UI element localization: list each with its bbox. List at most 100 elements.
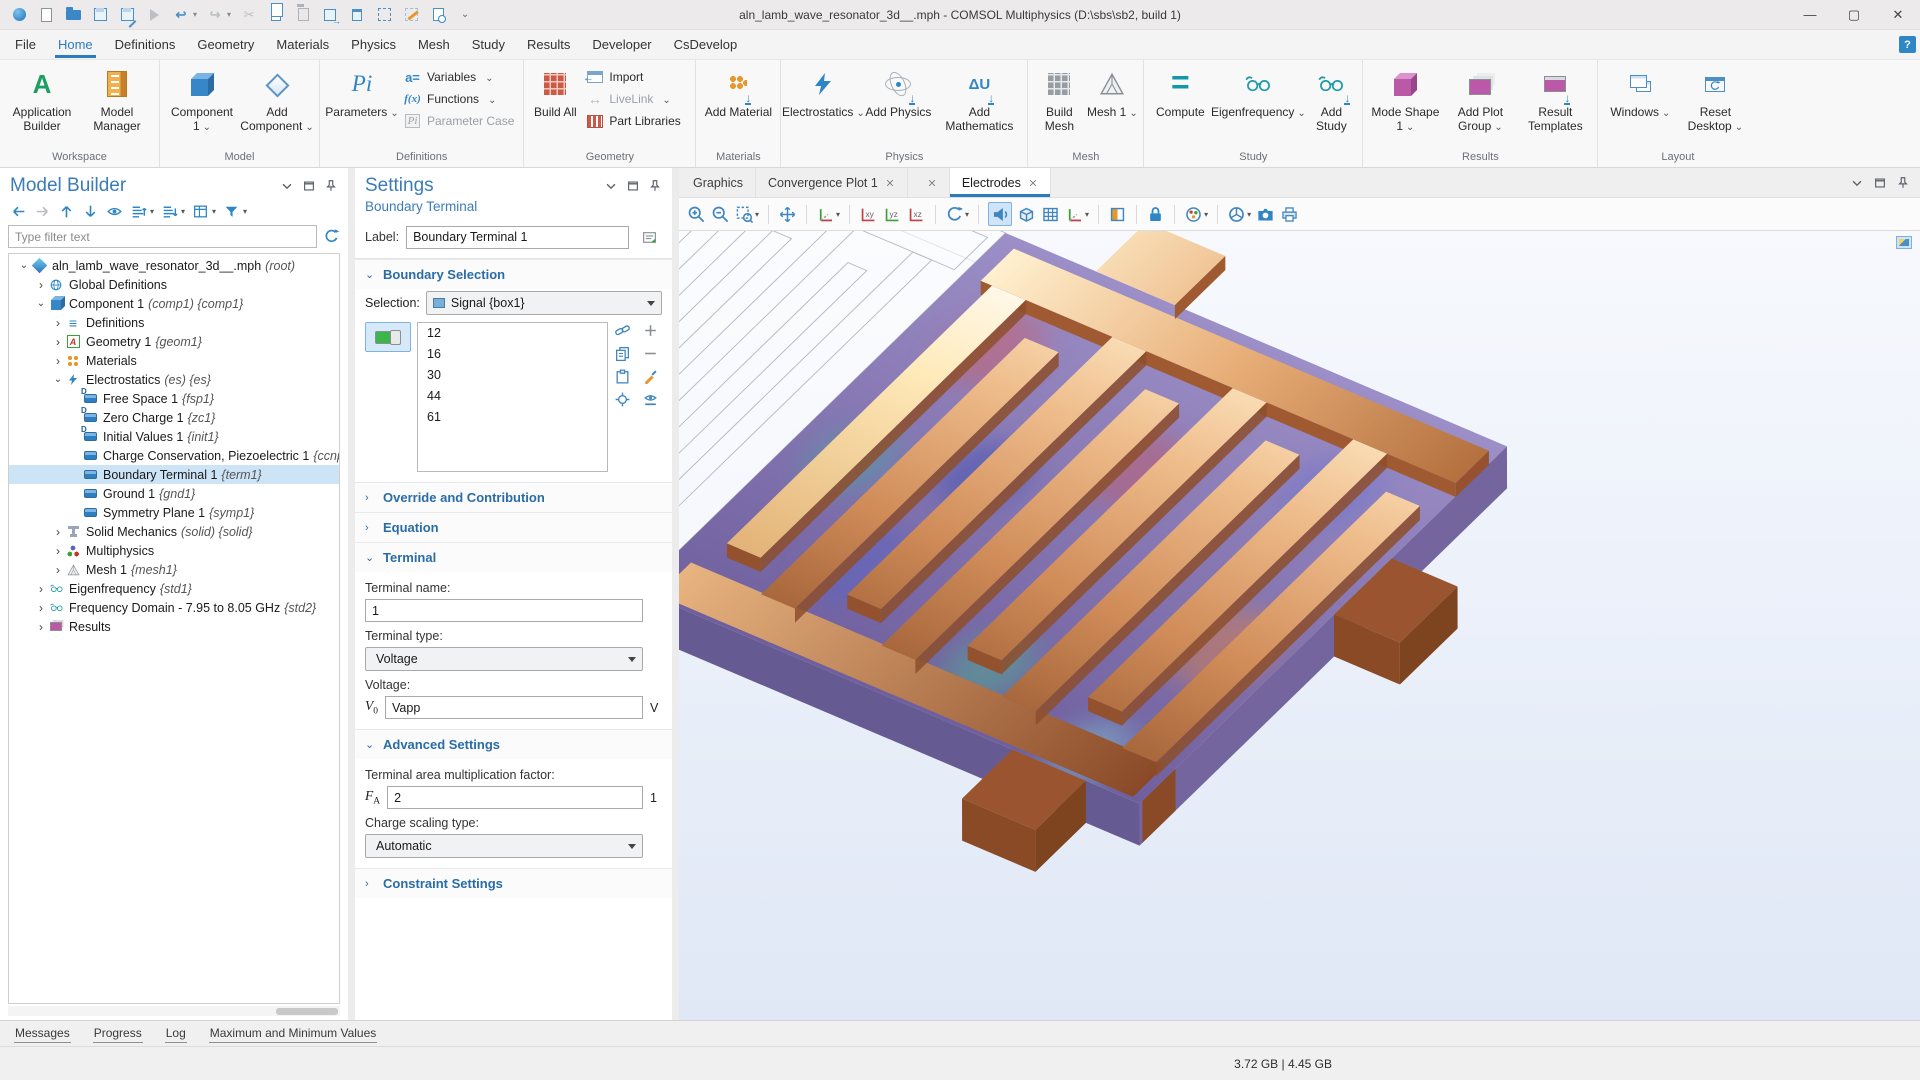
back-button[interactable] [10, 203, 27, 220]
expand-icon[interactable] [51, 525, 65, 539]
add-to-selection-button[interactable] [642, 322, 659, 339]
expand-icon[interactable] [34, 620, 48, 634]
functions-button[interactable]: Functions [404, 90, 514, 108]
tree-item-eigenfrequency[interactable]: Eigenfrequency{std1} [9, 579, 339, 598]
collapse-icon[interactable] [51, 374, 65, 385]
horizontal-scrollbar[interactable] [8, 1006, 340, 1016]
go-to-view-button[interactable] [816, 205, 835, 224]
tree-filter-input[interactable] [8, 225, 317, 248]
model-manager-button[interactable]: Model Manager [80, 63, 154, 133]
close-icon[interactable] [1028, 178, 1038, 188]
tab-log[interactable]: Log [165, 1025, 187, 1043]
save-button[interactable] [91, 6, 109, 24]
selection-list-item[interactable]: 12 [418, 323, 607, 344]
paste-button[interactable] [294, 6, 312, 24]
zoom-in-button[interactable] [687, 205, 706, 224]
zoom-extents-button[interactable] [778, 205, 797, 224]
tree-item-initial-values-1[interactable]: Initial Values 1{init1} [9, 427, 339, 446]
label-note-button[interactable] [636, 225, 662, 249]
terminal-type-select[interactable]: Voltage [365, 647, 643, 671]
tab-graphics[interactable]: Graphics [681, 168, 756, 197]
expand-icon[interactable] [51, 354, 65, 368]
compute-button[interactable]: Compute [1149, 63, 1211, 119]
forward-button[interactable] [34, 203, 51, 220]
application-builder-button[interactable]: Application Builder [5, 63, 79, 133]
zoom-out-button[interactable] [711, 205, 730, 224]
expand-icon[interactable] [51, 335, 65, 349]
tree-item-symmetry-plane-1[interactable]: Symmetry Plane 1{symp1} [9, 503, 339, 522]
chevron-down-icon[interactable] [280, 179, 294, 193]
new-button[interactable] [37, 6, 55, 24]
add-physics-button[interactable]: ↓Add Physics [861, 63, 935, 119]
selection-select[interactable]: Signal {box1} [426, 291, 662, 315]
expand-icon[interactable] [34, 582, 48, 596]
selection-active-toggle[interactable] [365, 322, 411, 352]
add-plot-group-button[interactable]: Add Plot Group [1443, 63, 1517, 135]
maximize-panel-icon[interactable] [302, 179, 316, 193]
section-terminal[interactable]: ⌄Terminal [355, 542, 672, 572]
parameter-case-button[interactable]: Parameter Case [404, 112, 514, 130]
duplicate-button[interactable] [321, 6, 339, 24]
tree-item-frequency-domain[interactable]: Frequency Domain - 7.95 to 8.05 GHz{std2… [9, 598, 339, 617]
show-button[interactable] [106, 203, 123, 220]
livelink-button[interactable]: LiveLink [586, 90, 686, 108]
expand-icon[interactable] [51, 563, 65, 577]
close-icon[interactable] [885, 178, 895, 188]
zoom-to-selection-button[interactable] [614, 391, 631, 408]
clear-selection-button[interactable] [402, 6, 420, 24]
view-xz-button[interactable] [907, 205, 926, 224]
mode-shape-button[interactable]: Mode Shape 1 [1368, 63, 1442, 135]
tab-progress[interactable]: Progress [93, 1025, 143, 1043]
tree-item-zero-charge-1[interactable]: Zero Charge 1{zc1} [9, 408, 339, 427]
viewport-corner-icon[interactable] [1896, 236, 1912, 249]
section-equation[interactable]: ›Equation [355, 512, 672, 542]
add-mathematics-button[interactable]: ↓Add Mathematics [936, 63, 1022, 133]
toolbar-options-button[interactable]: ⌄ [456, 6, 474, 24]
cut-button[interactable]: ✂ [240, 6, 258, 24]
sort-descending-button[interactable] [161, 203, 178, 220]
tree-item-geometry-1[interactable]: Geometry 1{geom1} [9, 332, 339, 351]
redo-dropdown-icon[interactable]: ▾ [227, 10, 231, 19]
pin-icon[interactable] [1896, 176, 1910, 190]
parameters-button[interactable]: Parameters [325, 63, 399, 121]
close-icon[interactable] [927, 178, 937, 188]
update-button[interactable] [1227, 205, 1246, 224]
tree-item-solid-mechanics[interactable]: Solid Mechanics(solid) {solid} [9, 522, 339, 541]
add-component-button[interactable]: Add Component [240, 63, 314, 135]
import-button[interactable]: Import [586, 68, 686, 86]
rotate-button[interactable] [945, 205, 964, 224]
node-display-button[interactable] [192, 203, 209, 220]
undo-button[interactable]: ↩ [172, 6, 190, 24]
section-constraint[interactable]: ›Constraint Settings [355, 868, 672, 898]
section-override[interactable]: ›Override and Contribution [355, 482, 672, 512]
menu-mesh[interactable]: Mesh [407, 30, 461, 59]
selection-list[interactable]: 12 16 30 44 61 [417, 322, 608, 472]
find-button[interactable] [429, 6, 447, 24]
tree-item-results[interactable]: Results [9, 617, 339, 636]
label-input[interactable] [406, 226, 629, 249]
refresh-icon[interactable] [323, 228, 340, 245]
voltage-input[interactable] [385, 696, 643, 719]
component-1-button[interactable]: Component 1 [165, 63, 239, 135]
menu-geometry[interactable]: Geometry [186, 30, 265, 59]
tree-item-materials[interactable]: Materials [9, 351, 339, 370]
delete-button[interactable] [348, 6, 366, 24]
sort-ascending-button[interactable] [130, 203, 147, 220]
maximize-button[interactable]: ▢ [1832, 0, 1876, 29]
copy-selection-button[interactable] [614, 345, 631, 362]
environment-button[interactable] [1184, 205, 1203, 224]
maximize-panel-icon[interactable] [1873, 176, 1887, 190]
menu-definitions[interactable]: Definitions [104, 30, 187, 59]
chevron-down-icon[interactable] [604, 179, 618, 193]
create-selection-button[interactable] [614, 322, 631, 339]
section-advanced[interactable]: ⌄Advanced Settings [355, 729, 672, 759]
selection-list-item[interactable]: 16 [418, 344, 607, 365]
undo-dropdown-icon[interactable]: ▾ [193, 10, 197, 19]
menu-study[interactable]: Study [461, 30, 516, 59]
color-legend-button[interactable] [1108, 205, 1127, 224]
menu-file[interactable]: File [4, 30, 47, 59]
grid-button[interactable] [1041, 205, 1060, 224]
axes-orientation-button[interactable] [1065, 205, 1084, 224]
tree-item-electrostatics[interactable]: Electrostatics(es) {es} [9, 370, 339, 389]
panel-splitter[interactable] [672, 168, 679, 1020]
